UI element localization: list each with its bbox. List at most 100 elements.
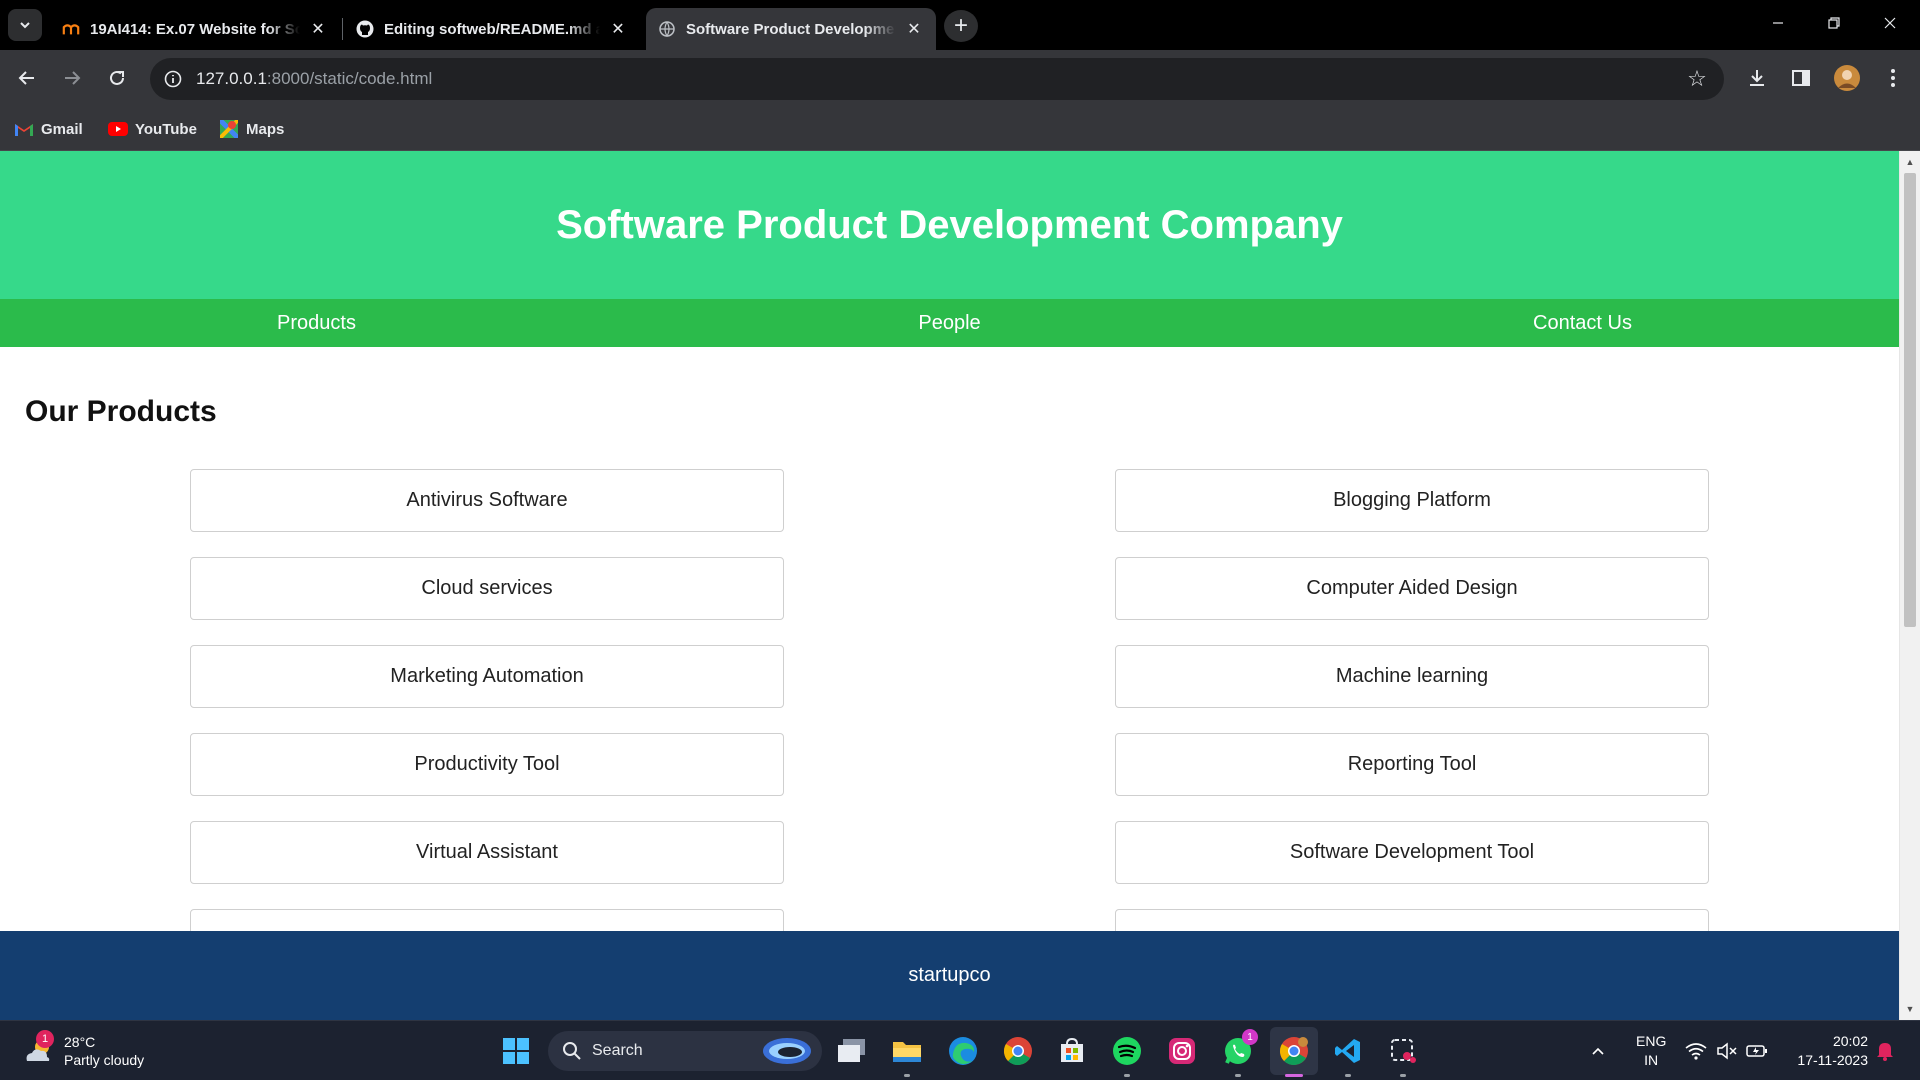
clock-date: 17-11-2023 [1797, 1052, 1868, 1068]
youtube-icon [108, 120, 128, 138]
whatsapp-icon[interactable]: 1 [1218, 1029, 1258, 1077]
microsoft-store-icon[interactable] [1052, 1031, 1092, 1071]
product-card[interactable]: Blogging Platform [1115, 469, 1709, 532]
wifi-icon[interactable] [1685, 1031, 1707, 1071]
site-footer: startupco [0, 931, 1899, 1020]
page-viewport: Software Product Development Company Pro… [0, 151, 1899, 1020]
globe-favicon [658, 20, 676, 38]
tab-title: Software Product Development Company [686, 20, 896, 38]
vscode-icon[interactable] [1328, 1031, 1368, 1077]
whatsapp-badge: 1 [1242, 1029, 1258, 1045]
weather-temp: 28°C [64, 1034, 96, 1050]
tab-active[interactable]: Software Product Development Company ✕ [646, 8, 936, 50]
search-label: Search [592, 1042, 643, 1059]
menu-kebab-icon[interactable] [1876, 61, 1910, 95]
url-text: 127.0.0.1:8000/static/code.html [196, 69, 432, 89]
weather-badge: 1 [36, 1030, 54, 1048]
download-icon[interactable] [1740, 61, 1774, 95]
site-header: Software Product Development Company [0, 151, 1899, 299]
product-card[interactable]: Cloud services [190, 557, 784, 620]
running-indicator [1235, 1074, 1241, 1077]
tab-moodle[interactable]: 19AI414: Ex.07 Website for Software ✕ [50, 8, 340, 50]
scrollbar-thumb[interactable] [1904, 173, 1916, 627]
reload-icon[interactable] [99, 60, 135, 96]
site-title: Software Product Development Company [556, 202, 1343, 247]
close-icon[interactable]: ✕ [308, 19, 328, 39]
product-card[interactable]: Reporting Tool [1115, 733, 1709, 796]
language-indicator[interactable]: ENG IN [1636, 1032, 1666, 1070]
forward-icon[interactable] [54, 60, 90, 96]
windows-start-icon[interactable] [496, 1031, 536, 1071]
tab-title: Editing softweb/README.md at main [384, 20, 600, 38]
footer-text: startupco [908, 964, 991, 986]
page-scrollbar[interactable]: ▲ ▼ [1899, 151, 1920, 1020]
chevron-up-icon [1592, 1047, 1604, 1055]
product-card[interactable]: Marketing Automation [190, 645, 784, 708]
bookmark-label: Maps [246, 120, 285, 138]
snipping-tool-icon[interactable] [1383, 1031, 1423, 1077]
file-explorer-icon[interactable] [887, 1031, 927, 1077]
show-hidden-icons[interactable] [1590, 1031, 1606, 1071]
back-icon[interactable] [9, 60, 45, 96]
weather-desc: Partly cloudy [64, 1052, 145, 1068]
scroll-down-arrow-icon[interactable]: ▼ [1900, 1000, 1920, 1018]
bookmark-gmail[interactable]: Gmail [14, 117, 83, 141]
bookmark-label: YouTube [135, 120, 197, 138]
clock-time: 20:02 [1832, 1033, 1868, 1049]
language-code: ENG [1636, 1033, 1667, 1049]
profile-avatar[interactable] [1830, 61, 1864, 95]
window-close-icon[interactable] [1862, 0, 1918, 46]
weather-widget[interactable]: 1 28°C Partly cloudy [22, 1030, 145, 1071]
bookmark-maps[interactable]: Maps [219, 117, 284, 141]
tab-title: 19AI414: Ex.07 Website for Software [90, 20, 300, 38]
taskbar-search[interactable]: Search [548, 1031, 822, 1071]
nav-link-products[interactable]: Products [0, 299, 633, 347]
site-info-icon[interactable] [162, 68, 184, 90]
site-nav: Products People Contact Us [0, 299, 1899, 347]
spotify-icon[interactable] [1107, 1031, 1147, 1077]
taskbar: 1 28°C Partly cloudy Search 1 ENG IN 20:… [0, 1020, 1920, 1080]
bookmarks-bar: Gmail YouTube Maps [0, 107, 1920, 151]
minimize-icon[interactable] [1750, 0, 1806, 46]
copilot-icon [762, 1037, 812, 1065]
nav-link-contact-us[interactable]: Contact Us [1266, 299, 1899, 347]
notification-bell-icon[interactable] [1876, 1031, 1894, 1071]
product-card[interactable]: Productivity Tool [190, 733, 784, 796]
product-card[interactable]: Machine learning [1115, 645, 1709, 708]
restore-icon[interactable] [1806, 0, 1862, 46]
volume-muted-icon[interactable] [1716, 1031, 1738, 1071]
close-icon[interactable]: ✕ [904, 19, 924, 39]
url-path: :8000/static/code.html [266, 69, 433, 88]
tab-search-button[interactable] [8, 9, 42, 41]
scroll-up-arrow-icon[interactable]: ▲ [1900, 153, 1920, 171]
product-card[interactable]: Virtual Assistant [190, 821, 784, 884]
new-tab-button[interactable]: + [944, 10, 978, 42]
products-grid: Antivirus Software Blogging Platform Clo… [190, 469, 1709, 972]
maps-icon [219, 120, 239, 138]
bookmark-star-icon[interactable]: ☆ [1684, 66, 1710, 92]
running-indicator [1124, 1074, 1130, 1077]
chevron-down-icon [20, 22, 30, 29]
partly-cloudy-icon: 1 [22, 1030, 56, 1068]
address-bar[interactable]: 127.0.0.1:8000/static/code.html ☆ [150, 58, 1724, 100]
browser-toolbar: 127.0.0.1:8000/static/code.html ☆ [0, 50, 1920, 107]
product-card[interactable]: Software Development Tool [1115, 821, 1709, 884]
product-card[interactable]: Antivirus Software [190, 469, 784, 532]
close-icon[interactable]: ✕ [608, 19, 628, 39]
nav-link-people[interactable]: People [633, 299, 1266, 347]
chrome-active-icon[interactable] [1274, 1031, 1314, 1077]
region-code: IN [1644, 1052, 1659, 1068]
running-indicator [1400, 1074, 1406, 1077]
task-view-icon[interactable] [832, 1031, 872, 1071]
edge-icon[interactable] [943, 1031, 983, 1071]
instagram-icon[interactable] [1162, 1031, 1202, 1071]
battery-icon[interactable] [1746, 1031, 1768, 1071]
tab-separator [342, 18, 343, 40]
clock[interactable]: 20:02 17-11-2023 [1788, 1032, 1868, 1070]
product-card[interactable]: Computer Aided Design [1115, 557, 1709, 620]
tab-github[interactable]: Editing softweb/README.md at main ✕ [344, 8, 640, 50]
tab-strip: 19AI414: Ex.07 Website for Software ✕ Ed… [0, 0, 1920, 50]
side-panel-icon[interactable] [1784, 61, 1818, 95]
chrome-icon[interactable] [998, 1031, 1038, 1071]
bookmark-youtube[interactable]: YouTube [108, 117, 197, 141]
